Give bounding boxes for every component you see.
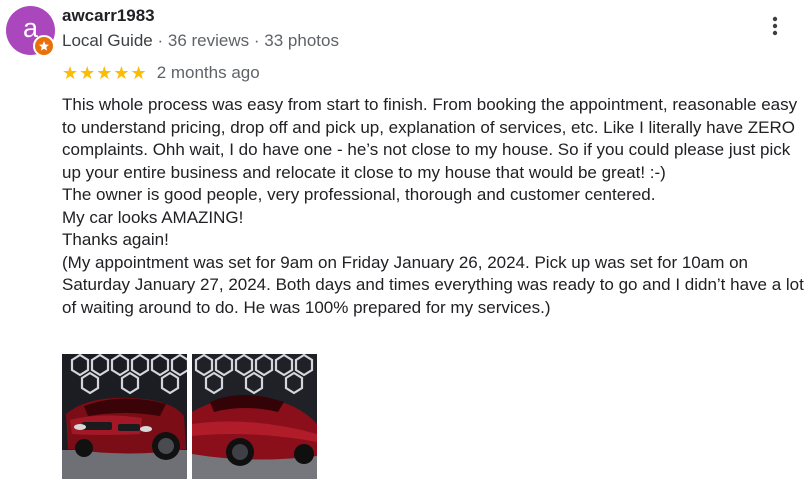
rating-row: ★★★★★ 2 months ago — [62, 62, 260, 84]
star-rating-icon: ★★★★★ — [62, 62, 148, 83]
more-vert-icon — [772, 16, 778, 36]
more-options-button[interactable] — [763, 11, 787, 41]
review-photo-front-view[interactable] — [62, 354, 187, 479]
meta-separator: · — [157, 31, 164, 50]
local-guide-star-icon — [33, 35, 55, 57]
reviewer-meta: Local Guide · 36 reviews · 33 photos — [62, 31, 339, 51]
review-paragraph: My car looks AMAZING! — [62, 207, 244, 227]
local-guide-label: Local Guide — [62, 31, 153, 50]
review-paragraph: The owner is good people, very professio… — [62, 185, 656, 204]
review-time: 2 months ago — [156, 63, 260, 82]
review-paragraph: Thanks again! — [62, 230, 169, 249]
photos-count: 33 photos — [264, 31, 339, 50]
review-text: This whole process was easy from start t… — [62, 94, 810, 319]
reviewer-name[interactable]: awcarr1983 — [62, 6, 155, 26]
reviews-count: 36 reviews — [167, 31, 250, 50]
meta-separator: · — [253, 31, 260, 50]
review-paragraph: (My appointment was set for 9am on Frida… — [62, 252, 804, 317]
review-photo-side-view[interactable] — [192, 354, 317, 479]
review-paragraph: This whole process was easy from start t… — [62, 95, 798, 182]
